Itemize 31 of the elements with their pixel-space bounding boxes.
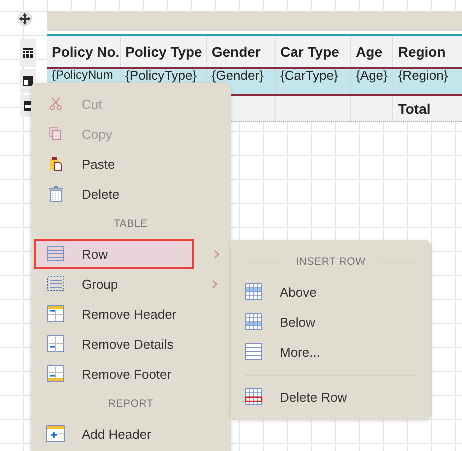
grid-icon (244, 313, 264, 331)
section-label: INSERT ROW (284, 256, 378, 268)
section-label: REPORT (96, 398, 166, 410)
table-cell-text: {Region} (397, 69, 450, 85)
trash-icon (46, 186, 66, 202)
menu-item[interactable]: Paste (34, 149, 228, 179)
add-header-icon (46, 425, 66, 443)
rows-icon (244, 343, 264, 361)
column-header: Region (397, 42, 447, 62)
menu-item[interactable]: Group (34, 269, 228, 299)
menu-item[interactable]: Remove Header (34, 299, 228, 329)
grid-icon (244, 388, 264, 406)
menu-item[interactable]: Delete (34, 179, 228, 209)
menu-item[interactable]: Remove Details (34, 329, 228, 359)
table-header-icon (46, 305, 66, 323)
table-cell: {Age} (351, 69, 394, 94)
menu-item[interactable]: Delete Row (234, 382, 428, 412)
table-cell-text: Total (397, 100, 432, 118)
rows-icon (46, 246, 66, 262)
table-details-icon (46, 335, 66, 353)
table-footer-icon (46, 365, 66, 383)
table-cell: {CarType} (276, 69, 352, 94)
menu-item[interactable]: Below (234, 307, 428, 337)
menu-item[interactable]: Add Header (34, 419, 228, 449)
group-icon (46, 276, 66, 292)
move-icon[interactable] (17, 11, 33, 27)
menu-item[interactable]: More... (234, 337, 428, 367)
section-label: TABLE (102, 218, 160, 230)
menu-item[interactable]: Remove Footer (34, 359, 228, 389)
menu-item[interactable]: Above (234, 277, 428, 307)
grid-icon (244, 283, 264, 301)
